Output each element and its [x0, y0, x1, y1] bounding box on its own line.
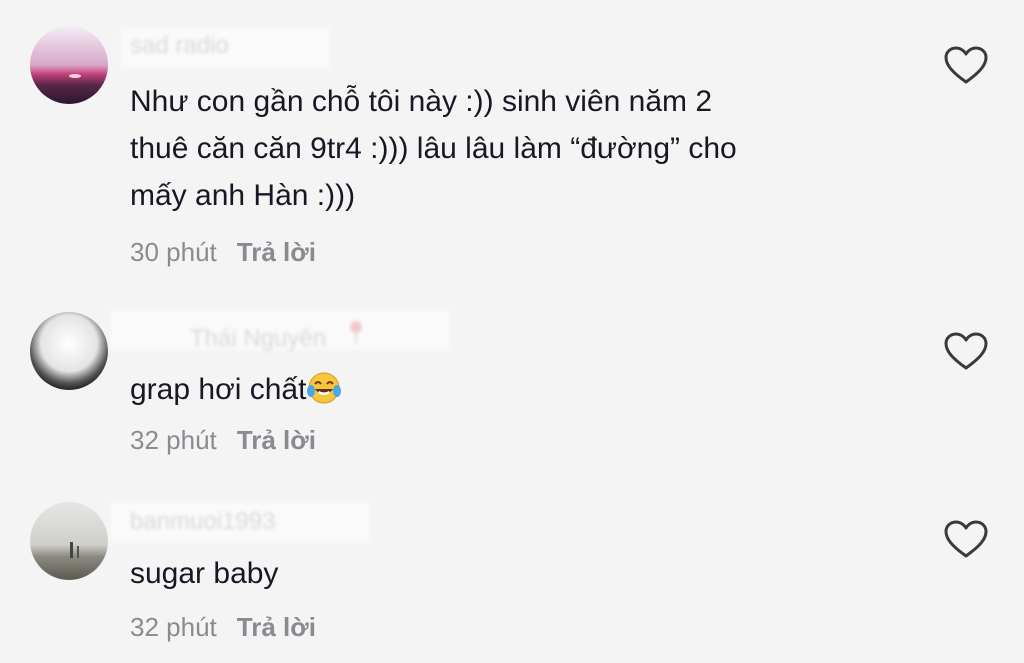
tears-of-joy-emoji-icon	[306, 371, 342, 405]
comment-text: Như con gần chỗ tôi này :)) sinh viên nă…	[130, 78, 737, 219]
like-button[interactable]	[944, 46, 988, 86]
heart-outline-icon	[944, 332, 988, 370]
avatar[interactable]	[30, 312, 108, 390]
reply-button[interactable]: Trả lời	[237, 425, 316, 455]
comment-item: Thái Nguyên grap hơi chất 32 phút Trả lời	[0, 290, 1024, 480]
comment-text-line: mấy anh Hàn :)))	[130, 179, 356, 212]
comment-text-line: thuê căn căn 9tr4 :))) lâu lâu làm “đườn…	[130, 132, 737, 165]
location-pin-icon	[347, 320, 365, 353]
comment-meta: 32 phút Trả lời	[130, 612, 316, 643]
landscape-avatar-icon	[30, 502, 108, 580]
comment-text: sugar baby	[130, 550, 278, 597]
avatar[interactable]	[30, 502, 108, 580]
comment-item: sad radio Như con gần chỗ tôi này :)) si…	[0, 0, 1024, 290]
comment-time: 30 phút	[130, 237, 217, 267]
username[interactable]: banmuoi1993	[130, 508, 275, 536]
comment-text-line: Như con gần chỗ tôi này :)) sinh viên nă…	[130, 85, 713, 118]
comment-meta: 32 phút Trả lời	[130, 425, 316, 456]
comment-time: 32 phút	[130, 612, 217, 642]
blurred-avatar-icon	[30, 312, 108, 390]
heart-outline-icon	[944, 46, 988, 84]
comment-text-line: grap hơi chất	[130, 373, 307, 406]
like-button[interactable]	[944, 520, 988, 560]
reply-button[interactable]: Trả lời	[237, 237, 316, 267]
sunset-avatar-icon	[30, 26, 108, 104]
comment-text: grap hơi chất	[130, 366, 342, 413]
username[interactable]: sad radio	[130, 32, 229, 60]
username-text: Thái Nguyên	[190, 325, 327, 352]
like-button[interactable]	[944, 332, 988, 372]
comment-text-line: sugar baby	[130, 557, 279, 590]
reply-button[interactable]: Trả lời	[237, 612, 316, 642]
avatar[interactable]	[30, 26, 108, 104]
username[interactable]: Thái Nguyên	[130, 320, 365, 353]
comment-time: 32 phút	[130, 425, 217, 455]
comment-item: banmuoi1993 sugar baby 32 phút Trả lời	[0, 480, 1024, 663]
comment-meta: 30 phút Trả lời	[130, 237, 316, 268]
heart-outline-icon	[944, 520, 988, 558]
